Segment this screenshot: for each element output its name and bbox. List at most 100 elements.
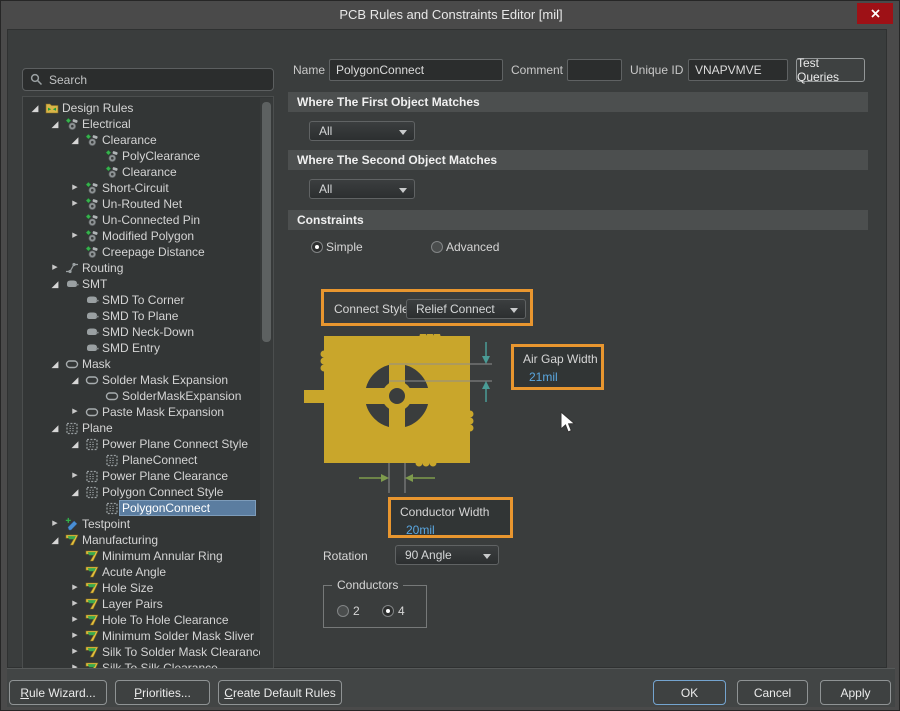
expand-icon[interactable]: ▶ xyxy=(69,180,81,196)
tree-item[interactable]: SolderMaskExpansion xyxy=(23,388,273,404)
tree-item[interactable]: ◢ Electrical xyxy=(23,116,273,132)
electrical-icon xyxy=(85,133,99,147)
tree-item[interactable]: ◢ Manufacturing xyxy=(23,532,273,548)
air-gap-width-value[interactable]: 21mil xyxy=(529,370,558,384)
tree-item[interactable]: ▶ Layer Pairs xyxy=(23,596,273,612)
tree-item[interactable]: Clearance xyxy=(23,164,273,180)
tree-item-label: Minimum Solder Mask Sliver xyxy=(102,629,255,643)
conductor-width-value[interactable]: 20mil xyxy=(406,523,435,537)
simple-radio[interactable] xyxy=(311,241,323,253)
collapse-icon[interactable]: ◢ xyxy=(69,132,81,148)
tree-item[interactable]: SMD To Corner xyxy=(23,292,273,308)
collapse-icon[interactable]: ◢ xyxy=(49,356,61,372)
test-queries-button[interactable]: Test Queries xyxy=(796,56,865,84)
tree-item[interactable]: ◢ SMT xyxy=(23,276,273,292)
first-object-match-select[interactable]: All xyxy=(309,121,415,141)
name-field[interactable]: PolygonConnect xyxy=(329,59,503,81)
tree-item[interactable]: Creepage Distance xyxy=(23,244,273,260)
dialog-title: PCB Rules and Constraints Editor [mil] xyxy=(339,7,563,22)
manufacturing-icon xyxy=(85,645,99,659)
simple-radio-label: Simple xyxy=(326,240,363,254)
tree-item[interactable]: PolygonConnect xyxy=(23,500,273,516)
tree-item-label: SMD Neck-Down xyxy=(102,325,195,339)
tree-item-label: SMD Entry xyxy=(102,341,161,355)
collapse-icon[interactable]: ◢ xyxy=(69,436,81,452)
collapse-icon[interactable]: ◢ xyxy=(49,116,61,132)
conductors-2-radio[interactable] xyxy=(337,605,349,617)
cancel-button[interactable]: Cancel xyxy=(737,680,808,705)
tree-item-label: Power Plane Connect Style xyxy=(102,437,249,451)
tree-item[interactable]: ▶ Testpoint xyxy=(23,516,273,532)
tree-item-label: PolygonConnect xyxy=(122,501,211,515)
tree-item[interactable]: ▶ Short-Circuit xyxy=(23,180,273,196)
tree-item[interactable]: ◢ Solder Mask Expansion xyxy=(23,372,273,388)
connect-style-select[interactable]: Relief Connect xyxy=(406,299,526,319)
plane-icon xyxy=(65,421,79,435)
expand-icon[interactable]: ▶ xyxy=(69,228,81,244)
tree-item[interactable]: PolyClearance xyxy=(23,148,273,164)
rule-wizard-button[interactable]: Rule Wizard... xyxy=(9,680,107,705)
tree-item[interactable]: SMD Entry xyxy=(23,340,273,356)
second-object-match-select[interactable]: All xyxy=(309,179,415,199)
search-input[interactable]: Search xyxy=(22,68,274,91)
comment-label: Comment xyxy=(511,63,564,77)
tree-item[interactable]: ▶ Un-Routed Net xyxy=(23,196,273,212)
close-button[interactable] xyxy=(857,3,893,24)
electrical-icon xyxy=(85,229,99,243)
ok-button[interactable]: OK xyxy=(653,680,726,705)
tree-item[interactable]: ◢ Design Rules xyxy=(23,100,273,116)
expand-icon[interactable]: ▶ xyxy=(49,260,61,276)
tree-item-label: Minimum Annular Ring xyxy=(102,549,223,563)
tree-item[interactable]: PlaneConnect xyxy=(23,452,273,468)
tree-item[interactable]: Acute Angle xyxy=(23,564,273,580)
expand-icon[interactable]: ▶ xyxy=(69,580,81,596)
tree-item[interactable]: ◢ Polygon Connect Style xyxy=(23,484,273,500)
priorities-button[interactable]: Priorities... xyxy=(115,680,210,705)
conductors-4-radio[interactable] xyxy=(382,605,394,617)
expand-icon[interactable]: ▶ xyxy=(69,404,81,420)
expand-icon[interactable]: ▶ xyxy=(69,612,81,628)
tree-item[interactable]: SMD Neck-Down xyxy=(23,324,273,340)
collapse-icon[interactable]: ◢ xyxy=(49,532,61,548)
tree-scrollbar-track[interactable]: ▼ xyxy=(260,98,273,690)
collapse-icon[interactable]: ◢ xyxy=(49,420,61,436)
expand-icon[interactable]: ▶ xyxy=(69,644,81,660)
mask-icon xyxy=(105,389,119,403)
tree-item[interactable]: ▶ Paste Mask Expansion xyxy=(23,404,273,420)
collapse-icon[interactable]: ◢ xyxy=(29,100,41,116)
tree-item[interactable]: ▶ Modified Polygon xyxy=(23,228,273,244)
tree-item[interactable]: Un-Connected Pin xyxy=(23,212,273,228)
tree-item[interactable]: SMD To Plane xyxy=(23,308,273,324)
unique-id-field[interactable]: VNAPVMVE xyxy=(688,59,788,81)
expand-icon[interactable]: ▶ xyxy=(69,628,81,644)
rotation-select[interactable]: 90 Angle xyxy=(395,545,499,565)
create-default-rules-button[interactable]: Create Default Rules xyxy=(218,680,342,705)
collapse-icon[interactable]: ◢ xyxy=(49,276,61,292)
expand-icon[interactable]: ▶ xyxy=(69,596,81,612)
expand-icon[interactable]: ▶ xyxy=(49,516,61,532)
tree-item[interactable]: ◢ Mask xyxy=(23,356,273,372)
advanced-radio-label: Advanced xyxy=(446,240,500,254)
electrical-icon xyxy=(85,213,99,227)
pcb-rules-dialog: PCB Rules and Constraints Editor [mil] S… xyxy=(0,0,900,711)
comment-field[interactable] xyxy=(567,59,622,81)
tree-item[interactable]: ◢ Power Plane Connect Style xyxy=(23,436,273,452)
tree-item[interactable]: ▶ Routing xyxy=(23,260,273,276)
expand-icon[interactable]: ▶ xyxy=(69,196,81,212)
collapse-icon[interactable]: ◢ xyxy=(69,372,81,388)
tree-item[interactable]: ▶ Silk To Solder Mask Clearance xyxy=(23,644,273,660)
apply-button[interactable]: Apply xyxy=(820,680,891,705)
tree-item[interactable]: ◢ Clearance xyxy=(23,132,273,148)
advanced-radio[interactable] xyxy=(431,241,443,253)
title-bar[interactable]: PCB Rules and Constraints Editor [mil] xyxy=(1,1,899,29)
tree-item[interactable]: Minimum Annular Ring xyxy=(23,548,273,564)
tree-item[interactable]: ▶ Power Plane Clearance xyxy=(23,468,273,484)
tree-item[interactable]: ▶ Minimum Solder Mask Sliver xyxy=(23,628,273,644)
tree-item[interactable]: ▶ Hole Size xyxy=(23,580,273,596)
tree-item[interactable]: ▶ Hole To Hole Clearance xyxy=(23,612,273,628)
tree-scrollbar-thumb[interactable] xyxy=(262,102,271,342)
tree-item[interactable]: ◢ Plane xyxy=(23,420,273,436)
expand-icon[interactable]: ▶ xyxy=(69,468,81,484)
testpoint-icon xyxy=(65,517,79,531)
collapse-icon[interactable]: ◢ xyxy=(69,484,81,500)
